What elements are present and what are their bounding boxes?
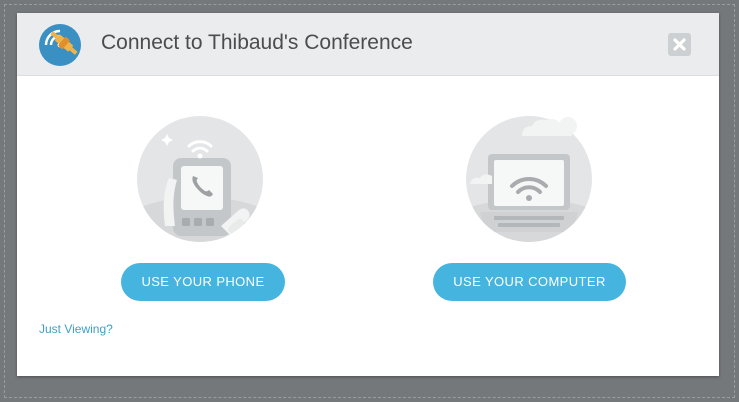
use-phone-button[interactable]: USE YOUR PHONE [121,263,285,301]
computer-illustration-icon [466,116,592,242]
phone-illustration-icon [137,116,263,242]
use-computer-button[interactable]: USE YOUR COMPUTER [433,263,626,301]
close-button[interactable] [668,33,691,56]
conference-logo-icon [39,24,81,66]
dialog-title: Connect to Thibaud's Conference [101,31,413,54]
just-viewing-link[interactable]: Just Viewing? [39,322,113,336]
connect-dialog: Connect to Thibaud's Conference USE YOUR… [17,13,719,376]
close-icon [673,38,686,51]
dialog-header: Connect to Thibaud's Conference [17,13,719,76]
